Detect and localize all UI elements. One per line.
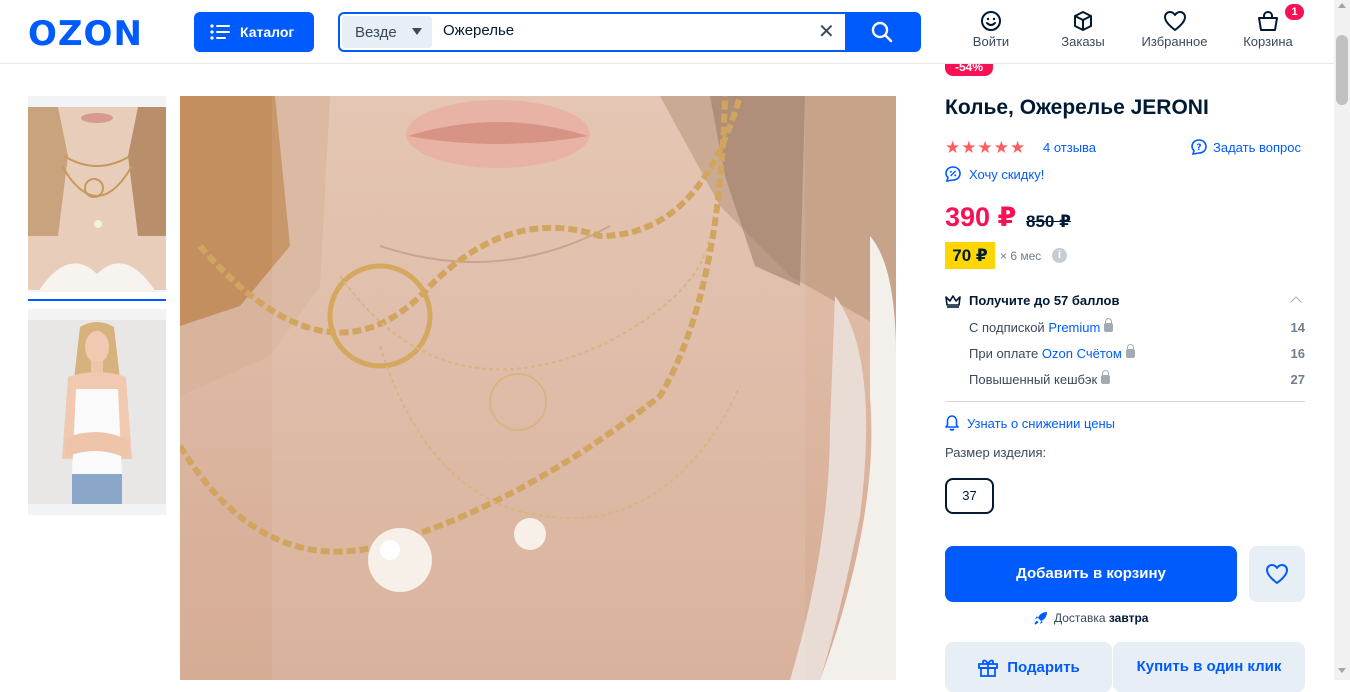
- cart-icon: [1258, 10, 1278, 31]
- heart-icon: [1266, 564, 1288, 584]
- scroll-up-arrow-icon[interactable]: [1338, 3, 1346, 8]
- size-option[interactable]: 37: [945, 478, 994, 514]
- search-button[interactable]: [845, 14, 919, 50]
- thumbnail-active-indicator: [28, 299, 166, 301]
- search-scope-select[interactable]: Везде: [342, 16, 432, 48]
- lock-icon: [1104, 318, 1114, 332]
- page-scrollbar[interactable]: [1334, 0, 1350, 680]
- top-header: OZON Каталог Везде ✕ Войти: [0, 0, 1334, 64]
- ozon-logo[interactable]: OZON: [28, 14, 143, 54]
- nav-orders[interactable]: Заказы: [1058, 10, 1108, 49]
- points-value: 16: [1290, 346, 1305, 361]
- reviews-link[interactable]: 4 отзыва: [1043, 140, 1096, 155]
- percent-bubble-icon: [945, 166, 961, 182]
- add-to-cart-button[interactable]: Добавить в корзину: [945, 546, 1237, 602]
- add-to-favorites-button[interactable]: [1249, 546, 1305, 602]
- lock-icon: [1101, 370, 1111, 384]
- delivery-prefix: Доставка: [1054, 611, 1109, 625]
- list-icon: [210, 24, 230, 40]
- price-alert-link[interactable]: Узнать о снижении цены: [945, 415, 1115, 431]
- search-icon: [871, 21, 893, 43]
- scrollbar-thumb[interactable]: [1336, 35, 1348, 105]
- points-value: 27: [1290, 372, 1305, 387]
- info-icon[interactable]: i: [1052, 248, 1067, 263]
- divider: [945, 401, 1305, 402]
- delivery-info: Доставка завтра: [1034, 611, 1148, 625]
- buy-one-click-button[interactable]: Купить в один клик: [1113, 642, 1305, 692]
- necklace-photo: [180, 96, 896, 680]
- product-thumbnail-image: [28, 309, 166, 515]
- scroll-down-arrow-icon[interactable]: [1338, 668, 1346, 673]
- catalog-button[interactable]: Каталог: [194, 12, 314, 52]
- want-discount-label: Хочу скидку!: [969, 166, 1045, 182]
- main-product-image[interactable]: [180, 96, 896, 680]
- heart-icon: [1163, 11, 1186, 31]
- clear-search-icon[interactable]: ✕: [818, 22, 835, 42]
- cart-count-badge: 1: [1285, 4, 1304, 20]
- smile-icon: [981, 11, 1001, 31]
- nav-favorites-label: Избранное: [1141, 34, 1208, 49]
- rating-stars: ★★★★★: [945, 138, 1027, 157]
- product-thumbnail-image: [28, 96, 166, 292]
- chevron-up-icon[interactable]: [1290, 296, 1302, 308]
- rocket-icon: [1034, 612, 1047, 625]
- current-price: 390 ₽: [945, 202, 1017, 232]
- thumbnail-2[interactable]: [28, 309, 166, 515]
- gift-icon: [978, 659, 999, 677]
- caret-down-icon: [412, 28, 422, 35]
- lock-icon: [1125, 344, 1135, 358]
- gift-button[interactable]: Подарить: [945, 642, 1112, 692]
- ask-question-label: Задать вопрос: [1213, 139, 1301, 155]
- box-icon: [1074, 11, 1092, 31]
- points-row-premium: С подпиской Premium 14: [969, 318, 1305, 335]
- price-alert-label: Узнать о снижении цены: [967, 415, 1116, 431]
- product-title: Колье, Ожерелье JERONI: [945, 96, 1209, 119]
- gift-label: Подарить: [1007, 658, 1080, 676]
- svg-text:?: ?: [1196, 143, 1201, 153]
- points-row-ozon-account: При оплате Ozon Счётом 16: [969, 344, 1305, 361]
- question-bubble-icon: ?: [1191, 139, 1207, 155]
- points-row-label: При оплате: [969, 346, 1042, 361]
- points-value: 14: [1290, 320, 1305, 335]
- nav-login-label: Войти: [972, 34, 1010, 49]
- nav-favorites[interactable]: Избранное: [1137, 10, 1212, 49]
- points-row-label: Повышенный кешбэк: [969, 372, 1098, 387]
- nav-cart-label: Корзина: [1243, 34, 1293, 49]
- size-label: Размер изделия:: [945, 445, 1047, 460]
- search-bar: Везде ✕: [338, 12, 921, 52]
- old-price: 850 ₽: [1026, 212, 1071, 231]
- catalog-label: Каталог: [240, 24, 295, 40]
- delivery-label: Доставка завтра: [1054, 611, 1148, 625]
- installment-term: × 6 мес: [1000, 249, 1042, 263]
- ozon-account-link[interactable]: Ozon Счётом: [1042, 346, 1122, 361]
- nav-orders-label: Заказы: [1061, 34, 1105, 49]
- premium-link[interactable]: Premium: [1048, 320, 1100, 335]
- installment-amount[interactable]: 70 ₽: [945, 242, 995, 269]
- nav-login[interactable]: Войти: [968, 10, 1014, 49]
- ask-question-link[interactable]: ? Задать вопрос: [1191, 139, 1301, 155]
- crown-icon: [945, 294, 961, 308]
- points-row-label: С подпиской: [969, 320, 1049, 335]
- bell-icon: [945, 415, 959, 431]
- thumbnail-1[interactable]: [28, 96, 166, 292]
- want-discount-link[interactable]: Хочу скидку!: [945, 166, 1044, 182]
- delivery-when: завтра: [1108, 611, 1149, 625]
- points-row-cashback: Повышенный кешбэк 27: [969, 370, 1305, 387]
- points-header[interactable]: Получите до 57 баллов: [945, 293, 1119, 308]
- points-title: Получите до 57 баллов: [969, 293, 1120, 308]
- search-input[interactable]: [443, 22, 813, 39]
- search-scope-label: Везде: [355, 23, 397, 41]
